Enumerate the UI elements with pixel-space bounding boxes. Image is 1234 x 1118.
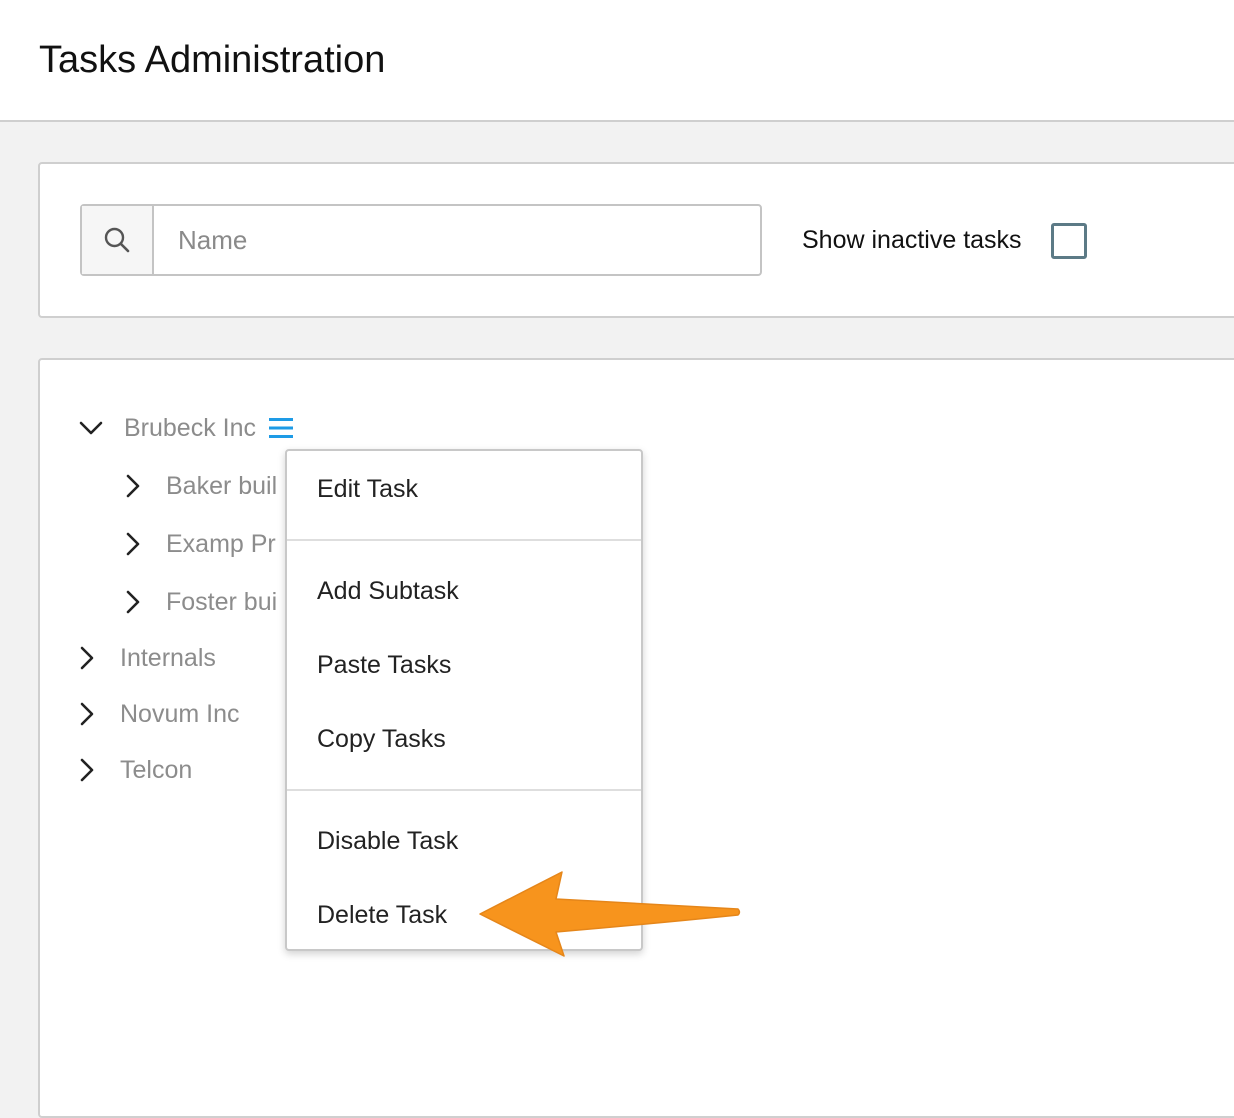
page-header: Tasks Administration [0, 0, 1234, 122]
chevron-right-icon[interactable] [74, 701, 100, 727]
tree-node-label: Telcon [120, 755, 193, 784]
search-box [80, 204, 762, 276]
menu-divider [287, 539, 641, 541]
tree-node-label: Foster bui [166, 587, 278, 616]
chevron-right-icon[interactable] [120, 531, 146, 557]
chevron-down-icon[interactable] [78, 415, 104, 441]
search-input[interactable] [154, 206, 760, 274]
show-inactive-label: Show inactive tasks [802, 226, 1022, 254]
tree-node-examp[interactable]: Examp Pr [120, 524, 276, 564]
arrow-left-icon [470, 862, 750, 967]
tree-node-foster[interactable]: Foster bui [120, 582, 277, 622]
page-title: Tasks Administration [39, 39, 386, 81]
tree-node-label: Novum Inc [120, 699, 240, 728]
tree-node-label: Baker buil [166, 471, 278, 500]
menu-item-disable-task[interactable]: Disable Task [317, 825, 458, 857]
tree-node-brubeck-inc[interactable]: Brubeck Inc [78, 408, 294, 448]
tree-node-novum-inc[interactable]: Novum Inc [74, 694, 239, 734]
tree-node-baker[interactable]: Baker buil [120, 466, 277, 506]
menu-item-edit-task[interactable]: Edit Task [317, 473, 418, 505]
tree-node-internals[interactable]: Internals [74, 638, 216, 678]
menu-divider [287, 789, 641, 791]
search-icon [82, 206, 154, 274]
menu-item-paste-tasks[interactable]: Paste Tasks [317, 649, 451, 681]
tree-node-telcon[interactable]: Telcon [74, 750, 192, 790]
menu-item-delete-task[interactable]: Delete Task [317, 899, 447, 931]
hamburger-menu-icon[interactable] [268, 416, 294, 440]
chevron-right-icon[interactable] [74, 757, 100, 783]
tree-node-label: Brubeck Inc [124, 413, 257, 442]
filter-panel: Show inactive tasks [38, 162, 1234, 318]
menu-item-add-subtask[interactable]: Add Subtask [317, 575, 459, 607]
menu-item-copy-tasks[interactable]: Copy Tasks [317, 723, 446, 755]
chevron-right-icon[interactable] [120, 589, 146, 615]
chevron-right-icon[interactable] [74, 645, 100, 671]
tree-node-label: Examp Pr [166, 529, 276, 558]
show-inactive-checkbox[interactable] [1051, 223, 1087, 259]
chevron-right-icon[interactable] [120, 473, 146, 499]
tree-node-label: Internals [120, 643, 216, 672]
